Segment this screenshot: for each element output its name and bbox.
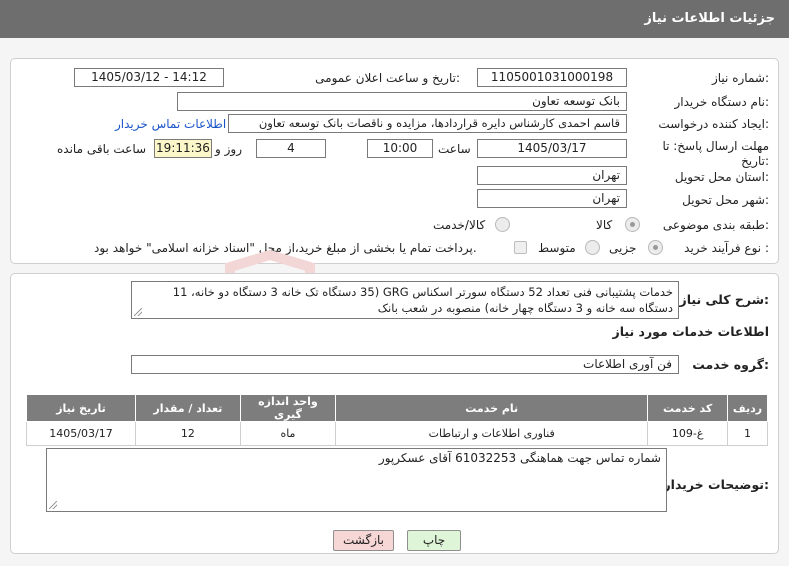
category-option-goods-service: کالا/خدمت — [433, 218, 486, 232]
city-field: تهران — [477, 189, 627, 208]
buyer-notes-text: شماره تماس جهت هماهنگی 61032253 آقای عسک… — [378, 451, 661, 465]
resize-grip-icon[interactable] — [134, 308, 142, 316]
col-quantity: تعداد / مقدار — [135, 394, 241, 422]
category-radio-goods-service[interactable] — [495, 217, 510, 232]
cell-service-code: غ-109 — [647, 421, 728, 446]
service-group-label: گروه خدمت: — [692, 357, 769, 372]
province-label: استان محل تحویل: — [674, 170, 769, 184]
cell-unit: ماه — [239, 421, 337, 446]
services-table: ردیف کد خدمت نام خدمت واحد اندازه گیری ت… — [25, 394, 769, 446]
table-header-row: ردیف کد خدمت نام خدمت واحد اندازه گیری ت… — [25, 394, 769, 422]
remaining-time-field: 19:11:36 — [154, 139, 212, 158]
summary-textarea: خدمات پشتیبانی فنی تعداد 52 دستگاه سورتر… — [131, 281, 679, 319]
cell-row-number: 1 — [726, 421, 769, 446]
col-service-name: نام خدمت — [335, 394, 649, 422]
category-label: طبقه بندی موضوعی: — [662, 218, 769, 232]
summary-text: خدمات پشتیبانی فنی تعداد 52 دستگاه سورتر… — [172, 285, 673, 315]
remaining-days-field: 4 — [256, 139, 326, 158]
summary-label: شرح کلی نیاز: — [679, 292, 770, 307]
col-row-number: ردیف — [726, 394, 769, 422]
print-button[interactable]: چاپ — [407, 530, 461, 551]
province-field: تهران — [477, 166, 627, 185]
days-label: روز و — [215, 142, 242, 156]
creator-label: ایجاد کننده درخواست: — [658, 117, 769, 131]
treasury-note: پرداخت تمام یا بخشی از مبلغ خرید،از محل … — [94, 241, 477, 255]
deadline-label: مهلت ارسال پاسخ: تا تاریخ: — [662, 139, 769, 168]
deadline-date-field: 1405/03/17 — [477, 139, 627, 158]
category-radio-goods[interactable] — [625, 217, 640, 232]
table-row[interactable]: 1 غ-109 فناوری اطلاعات و ارتباطات ماه 12… — [25, 421, 769, 446]
cell-service-name: فناوری اطلاعات و ارتباطات — [335, 421, 649, 446]
col-need-date: تاریخ نیاز — [25, 394, 137, 422]
cell-quantity: 12 — [135, 421, 241, 446]
page-title: جزئیات اطلاعات نیاز — [644, 11, 775, 26]
creator-field: قاسم احمدی کارشناس دایره قراردادها، مزای… — [228, 114, 627, 133]
purchase-option-medium: متوسط — [538, 241, 576, 255]
need-number-field: 1105001031000198 — [477, 68, 627, 87]
city-label: شهر محل تحویل: — [682, 193, 769, 207]
purchase-type-label: نوع فرآیند خرید : — [684, 241, 769, 255]
buyer-org-field: بانک توسعه تعاون — [177, 92, 627, 111]
service-group-field: فن آوری اطلاعات — [131, 355, 679, 374]
page-header: جزئیات اطلاعات نیاز — [0, 0, 789, 38]
purchase-option-minor: جزیی — [609, 241, 637, 255]
back-button[interactable]: بازگشت — [333, 530, 394, 551]
treasury-checkbox[interactable] — [514, 241, 527, 254]
buyer-notes-label: توضیحات خریدار: — [663, 477, 769, 492]
deadline-time-field: 10:00 — [367, 139, 433, 158]
buyer-notes-textarea: شماره تماس جهت هماهنگی 61032253 آقای عسک… — [46, 448, 667, 512]
category-option-goods: کالا — [596, 218, 613, 232]
purchase-radio-minor[interactable] — [648, 240, 663, 255]
col-service-code: کد خدمت — [647, 394, 728, 422]
deadline-time-label: ساعت — [438, 142, 471, 156]
purchase-radio-medium[interactable] — [585, 240, 600, 255]
need-number-label: شماره نیاز: — [711, 71, 769, 85]
announce-datetime-field: 1405/03/12 - 14:12 — [74, 68, 224, 87]
remaining-label: ساعت باقی مانده — [57, 142, 147, 156]
announce-datetime-label: تاریخ و ساعت اعلان عمومی: — [315, 71, 460, 85]
resize-grip-icon[interactable] — [49, 501, 57, 509]
cell-need-date: 1405/03/17 — [25, 421, 137, 446]
services-heading: اطلاعات خدمات مورد نیاز — [612, 324, 770, 339]
buyer-org-label: نام دستگاه خریدار: — [674, 95, 770, 109]
col-unit: واحد اندازه گیری — [239, 394, 337, 422]
buyer-contact-link[interactable]: اطلاعات تماس خریدار — [115, 117, 226, 131]
